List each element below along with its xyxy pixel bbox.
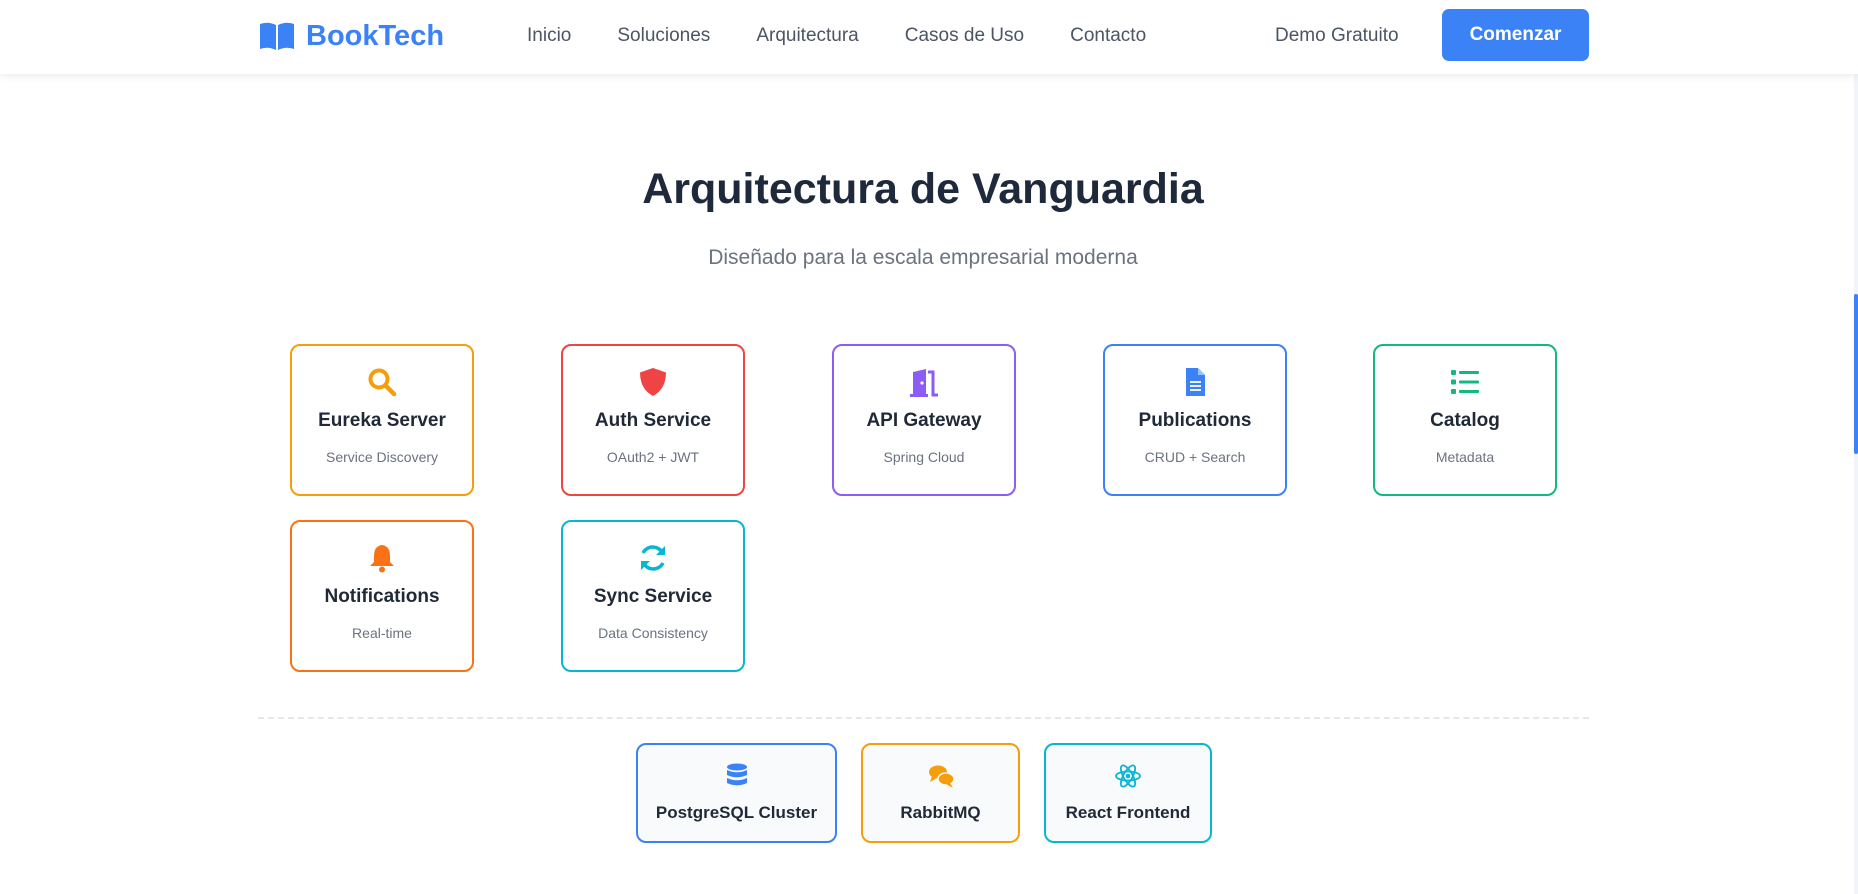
logo-text: BookTech [306, 19, 445, 52]
infra-card-postgresql[interactable]: PostgreSQL Cluster [636, 743, 837, 843]
service-name: Catalog [1430, 410, 1500, 431]
service-card-notifications[interactable]: Notifications Real-time [290, 520, 474, 672]
service-description: Data Consistency [598, 625, 708, 641]
section-subtitle: Diseñado para la escala empresarial mode… [708, 246, 1138, 269]
service-name: Publications [1138, 410, 1252, 431]
service-name: Eureka Server [318, 410, 446, 431]
infra-name: RabbitMQ [900, 803, 981, 822]
search-icon [368, 368, 397, 397]
nav-link-arquitectura[interactable]: Arquitectura [756, 22, 858, 50]
service-card-catalog[interactable]: Catalog Metadata [1373, 344, 1557, 496]
bell-icon [370, 545, 394, 573]
service-card-sync[interactable]: Sync Service Data Consistency [561, 520, 745, 672]
service-description: Real-time [352, 625, 412, 641]
logo-link[interactable]: BookTech [258, 16, 444, 56]
service-name: Notifications [324, 586, 440, 607]
section-title: Arquitectura de Vanguardia [642, 165, 1204, 213]
main-nav: Inicio Soluciones Arquitectura Casos de … [527, 22, 1146, 50]
service-card-api-gateway[interactable]: API Gateway Spring Cloud [832, 344, 1016, 496]
service-card-auth[interactable]: Auth Service OAuth2 + JWT [561, 344, 745, 496]
book-open-icon [260, 22, 294, 50]
door-icon [910, 369, 938, 397]
nav-link-soluciones[interactable]: Soluciones [617, 22, 710, 50]
sync-icon [641, 545, 665, 571]
demo-link[interactable]: Demo Gratuito [1275, 22, 1399, 50]
infra-name: React Frontend [1065, 803, 1191, 822]
list-icon [1451, 370, 1479, 394]
scrollbar[interactable] [1854, 0, 1858, 894]
service-description: OAuth2 + JWT [606, 449, 700, 465]
database-icon [726, 763, 747, 786]
comenzar-button[interactable]: Comenzar [1442, 9, 1589, 61]
scrollbar-thumb[interactable] [1854, 294, 1858, 454]
service-description: Spring Cloud [883, 449, 965, 465]
nav-link-inicio[interactable]: Inicio [527, 22, 571, 50]
top-navbar: BookTech Inicio Soluciones Arquitectura … [0, 0, 1858, 74]
infra-card-react-frontend[interactable]: React Frontend [1044, 743, 1212, 843]
service-description: Service Discovery [325, 449, 439, 465]
service-card-eureka[interactable]: Eureka Server Service Discovery [290, 344, 474, 496]
nav-link-contacto[interactable]: Contacto [1070, 22, 1146, 50]
infra-card-rabbitmq[interactable]: RabbitMQ [861, 743, 1020, 843]
section-divider [258, 717, 1589, 719]
service-name: API Gateway [866, 410, 982, 431]
shield-icon [640, 368, 666, 396]
chat-icon [928, 765, 955, 788]
infra-name: PostgreSQL Cluster [655, 803, 818, 822]
service-name: Sync Service [593, 586, 713, 607]
service-card-publications[interactable]: Publications CRUD + Search [1103, 344, 1287, 496]
service-description: CRUD + Search [1144, 449, 1246, 465]
service-name: Auth Service [594, 410, 712, 431]
react-icon [1115, 764, 1141, 788]
document-icon [1186, 368, 1205, 396]
service-description: Metadata [1435, 449, 1495, 465]
nav-link-casos-de-uso[interactable]: Casos de Uso [905, 22, 1024, 50]
